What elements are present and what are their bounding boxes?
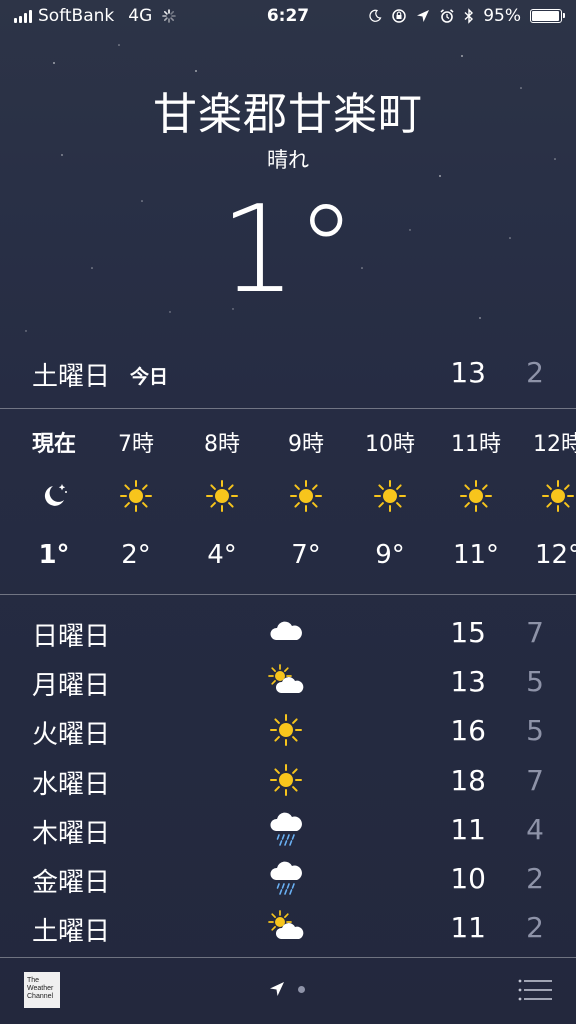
hourly-temp: 9° (375, 540, 405, 570)
hourly-time: 12時 (533, 432, 576, 457)
divider-middle (0, 594, 576, 595)
logo-text: The Weather Channel (27, 977, 54, 1000)
daily-high: 10 (450, 861, 486, 895)
sun-icon (266, 762, 306, 798)
daily-row: 日曜日 15 7 (0, 608, 576, 657)
battery-fill (532, 11, 559, 21)
hourly-item: 10時 9° (348, 408, 432, 594)
rotation-lock-icon (392, 9, 406, 23)
today-summary-row: 土曜日 今日 13 2 (0, 350, 576, 400)
hourly-forecast[interactable]: 現在 1° 7時 2° 8時 4° 9時 7° 10時 9° 11時 11° 12時 12° (0, 408, 576, 594)
hourly-time: 9時 (288, 432, 324, 457)
hourly-time: 10時 (365, 432, 415, 457)
daily-low: 5 (526, 665, 544, 699)
hourly-temp: 4° (207, 540, 237, 570)
partly-cloudy-icon (266, 663, 306, 699)
daily-low: 7 (526, 616, 544, 649)
daily-day: 木曜日 (32, 818, 111, 849)
hourly-item: 9時 7° (264, 408, 348, 594)
daily-high: 11 (450, 911, 486, 945)
bluetooth-icon (464, 8, 474, 24)
do-not-disturb-moon-icon (369, 9, 382, 22)
daily-low: 5 (526, 714, 544, 748)
daily-high: 16 (450, 714, 486, 748)
sun-icon (288, 478, 324, 514)
daily-forecast: 日曜日 15 7 月曜日 13 5 火曜日 16 5 水曜日 18 7 木曜日 11 4 金曜日 10 2 土曜日 1… (0, 608, 576, 952)
daily-row: 土曜日 11 2 (0, 903, 576, 952)
daily-high: 11 (450, 812, 486, 846)
daily-day: 日曜日 (32, 622, 111, 652)
hourly-time: 現在 (31, 432, 76, 457)
hourly-time: 7時 (118, 432, 154, 457)
hourly-temp: 11° (452, 540, 500, 570)
battery-percent: 95% (483, 6, 521, 26)
current-location-arrow-icon[interactable] (268, 980, 286, 998)
daily-high: 13 (450, 665, 486, 699)
daily-row: 水曜日 18 7 (0, 756, 576, 805)
hourly-item: 12時 12° (516, 408, 576, 594)
daily-high: 18 (450, 763, 486, 797)
daily-row: 火曜日 16 5 (0, 706, 576, 755)
rain-icon (266, 811, 306, 847)
daily-row: 木曜日 11 4 (0, 805, 576, 854)
today-label: 今日 (130, 366, 169, 388)
page-indicator-dot[interactable] (298, 986, 305, 993)
hourly-temp: 7° (291, 540, 321, 570)
hourly-temp: 2° (121, 540, 151, 570)
daily-day: 月曜日 (32, 671, 111, 702)
city-list-icon[interactable] (518, 978, 552, 1002)
daily-row: 金曜日 10 2 (0, 854, 576, 903)
hourly-item: 現在 1° (12, 408, 96, 594)
sun-icon (266, 712, 306, 748)
today-high: 13 (450, 356, 486, 389)
daily-low: 2 (526, 861, 544, 895)
moon-stars-icon (36, 478, 72, 514)
current-temperature: 1° (219, 181, 357, 320)
daily-high: 15 (450, 616, 486, 649)
hourly-item: 7時 2° (94, 408, 178, 594)
rain-icon (266, 860, 306, 896)
location-arrow-icon (417, 10, 430, 22)
daily-day: 水曜日 (32, 769, 111, 800)
daily-row: 月曜日 13 5 (0, 657, 576, 706)
daily-low: 7 (526, 763, 544, 797)
current-condition: 晴れ (267, 148, 309, 172)
daily-day: 土曜日 (32, 917, 111, 948)
sun-icon (372, 478, 408, 514)
today-low: 2 (526, 356, 544, 389)
today-day: 土曜日 (32, 362, 111, 392)
hourly-temp: 1° (38, 540, 70, 570)
bottom-toolbar: The Weather Channel (0, 958, 576, 1024)
sun-icon (540, 478, 576, 514)
hourly-item: 11時 11° (434, 408, 518, 594)
sun-icon (118, 478, 154, 514)
hourly-temp: 12° (534, 540, 576, 570)
status-bar: SoftBank 4G 6:27 95% (0, 0, 576, 34)
hourly-time: 11時 (451, 432, 501, 457)
status-right: 95% (368, 6, 565, 26)
cloud-icon (266, 614, 306, 650)
hourly-item: 8時 4° (180, 408, 264, 594)
hourly-time: 8時 (204, 432, 240, 457)
sun-icon (204, 478, 240, 514)
partly-cloudy-icon (266, 909, 306, 945)
daily-day: 火曜日 (32, 720, 111, 751)
weather-channel-logo[interactable]: The Weather Channel (24, 972, 60, 1008)
daily-low: 4 (526, 812, 544, 846)
battery-icon (530, 9, 565, 23)
daily-day: 金曜日 (32, 867, 111, 898)
location-name: 甘楽郡甘楽町 (153, 89, 423, 140)
alarm-icon (440, 9, 454, 23)
sun-icon (458, 478, 494, 514)
daily-low: 2 (526, 911, 544, 945)
